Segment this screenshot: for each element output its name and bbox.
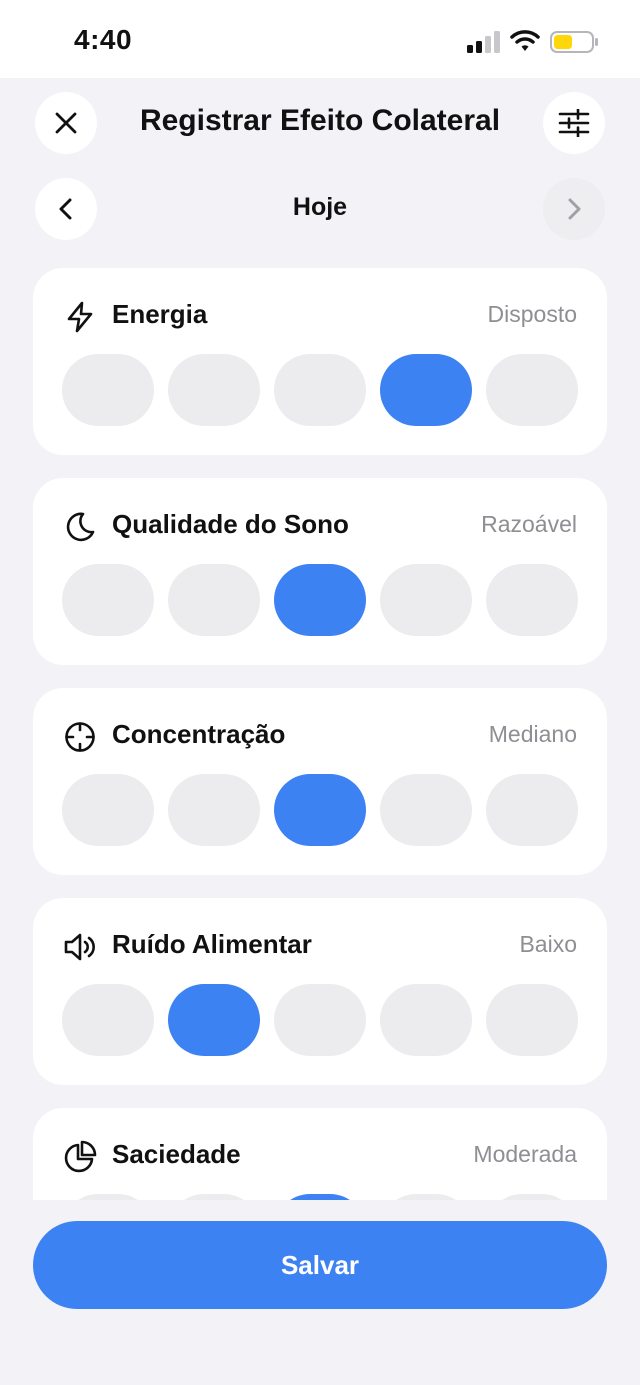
level-option-5[interactable] (486, 984, 578, 1056)
metric-card-energia: Energia Disposto (33, 268, 607, 455)
metric-value: Moderada (473, 1141, 577, 1167)
close-icon (55, 112, 77, 134)
metric-value: Baixo (519, 931, 577, 957)
level-selector (62, 984, 578, 1056)
level-option-1[interactable] (62, 774, 154, 846)
level-option-2[interactable] (168, 564, 260, 636)
metric-card-concentracao: Concentração Mediano (33, 688, 607, 875)
status-time: 4:40 (74, 24, 133, 55)
filter-settings-button[interactable] (543, 92, 605, 154)
level-option-4[interactable] (380, 1194, 472, 1200)
wifi-icon (510, 30, 540, 51)
level-option-1[interactable] (62, 1194, 154, 1200)
level-selector (62, 1194, 578, 1200)
level-option-3[interactable] (274, 774, 366, 846)
current-day-label: Hoje (292, 193, 348, 221)
level-selector (62, 354, 578, 426)
cellular-signal-icon (467, 31, 500, 53)
level-option-2[interactable] (168, 984, 260, 1056)
level-option-1[interactable] (62, 354, 154, 426)
chevron-left-icon (59, 198, 72, 220)
level-option-1[interactable] (62, 564, 154, 636)
metric-title: Qualidade do Sono (112, 509, 349, 539)
level-option-2[interactable] (168, 1194, 260, 1200)
metric-title: Saciedade (112, 1139, 241, 1169)
battery-icon (550, 31, 598, 53)
sliders-icon (558, 109, 590, 137)
level-selector (62, 774, 578, 846)
level-option-3[interactable] (274, 984, 366, 1056)
level-option-5[interactable] (486, 1194, 578, 1200)
metrics-list[interactable]: Energia Disposto Qualidade do Sono Razoá… (0, 268, 640, 1200)
level-option-3[interactable] (274, 354, 366, 426)
level-option-4[interactable] (380, 564, 472, 636)
level-option-3[interactable] (274, 1194, 366, 1200)
level-option-4[interactable] (380, 354, 472, 426)
level-option-5[interactable] (486, 354, 578, 426)
metric-card-ruido-alimentar: Ruído Alimentar Baixo (33, 898, 607, 1085)
metric-card-saciedade: Saciedade Moderada (33, 1108, 607, 1200)
previous-day-button[interactable] (35, 178, 97, 240)
speaker-icon (64, 933, 95, 961)
metric-card-qualidade-do-sono: Qualidade do Sono Razoável (33, 478, 607, 665)
level-option-2[interactable] (168, 774, 260, 846)
metric-title: Energia (112, 299, 208, 329)
level-selector (62, 564, 578, 636)
metric-title: Concentração (112, 719, 286, 749)
level-option-5[interactable] (486, 564, 578, 636)
lightning-icon (67, 301, 93, 333)
chevron-right-icon (568, 198, 581, 220)
next-day-button[interactable] (543, 178, 605, 240)
level-option-3[interactable] (274, 564, 366, 636)
level-option-1[interactable] (62, 984, 154, 1056)
level-option-4[interactable] (380, 984, 472, 1056)
metric-value: Mediano (488, 721, 577, 747)
crosshair-icon (65, 722, 95, 752)
level-option-5[interactable] (486, 774, 578, 846)
metric-value: Razoável (481, 511, 577, 537)
moon-icon (66, 512, 95, 542)
metric-title: Ruído Alimentar (112, 929, 312, 959)
metric-value: Disposto (487, 301, 577, 327)
level-option-2[interactable] (168, 354, 260, 426)
pie-chart-icon (64, 1140, 97, 1173)
save-button[interactable]: Salvar (33, 1221, 607, 1309)
level-option-4[interactable] (380, 774, 472, 846)
status-bar: 4:40 (0, 0, 640, 78)
close-button[interactable] (35, 92, 97, 154)
page-title: Registrar Efeito Colateral (139, 104, 501, 137)
